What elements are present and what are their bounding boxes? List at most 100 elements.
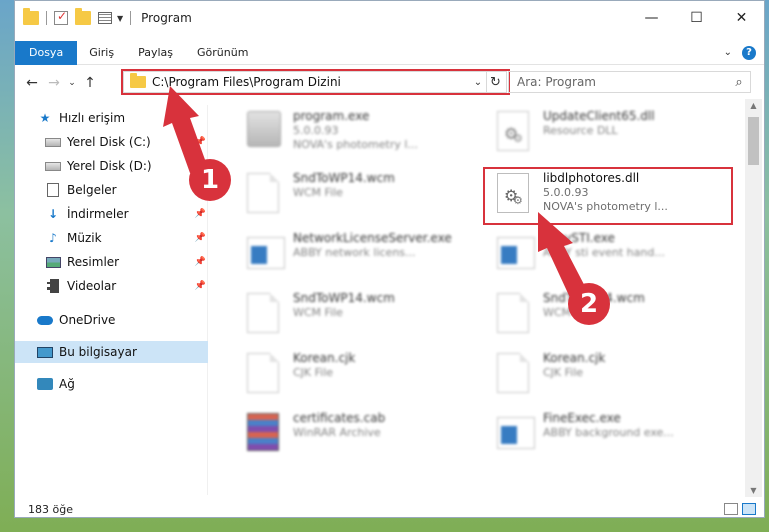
tiles-view-icon[interactable] [742,503,756,515]
scroll-down-arrow-icon[interactable]: ▼ [745,486,762,495]
sidebar-item-local-disk-c[interactable]: Yerel Disk (C:) 📌 [15,131,208,153]
list-item[interactable]: SndToWP14.wcm WCM File [235,165,485,217]
sidebar-item-quick-access[interactable]: ★ Hızlı erişim [15,107,208,129]
item-count: 183 öğe [28,502,73,516]
customize-qat-dropdown-icon[interactable]: ▼ [117,14,123,23]
sidebar-item-onedrive[interactable]: OneDrive [15,309,208,331]
sidebar-item-videos[interactable]: Videolar 📌 [15,275,208,297]
tab-share[interactable]: Paylaş [126,41,185,65]
properties-check-icon[interactable] [54,9,68,25]
sidebar-item-pictures[interactable]: Resimler 📌 [15,251,208,273]
list-item[interactable]: Korean.cjk CJK File [485,345,735,397]
download-arrow-icon: ↓ [47,207,59,221]
sidebar-item-label: Müzik [67,231,102,245]
quick-access-toolbar: ▼ [23,8,135,25]
file-type: Resource DLL [543,124,618,137]
file-name: EasySTI.exe [543,231,615,245]
pin-icon: 📌 [194,257,206,267]
tab-home[interactable]: Giriş [77,41,126,65]
status-bar: 183 öğe [15,499,764,517]
forward-arrow-icon[interactable]: → [43,75,65,91]
window-title: Program [141,11,192,25]
ribbon-help-area: ⌄ ? [724,45,756,60]
help-button[interactable]: ? [742,45,756,60]
file-name: NetworkLicenseServer.exe [293,231,452,245]
file-highlight-box [483,167,733,225]
divider [46,11,47,25]
sidebar-item-label: Yerel Disk (C:) [67,135,151,149]
list-item[interactable]: NetworkLicenseServer.exe ABBY network li… [235,225,485,277]
cloud-icon [37,313,53,327]
sidebar-item-label: Hızlı erişim [59,111,126,125]
file-type: CJK File [543,366,584,379]
list-item[interactable]: SndToWP14.wcm WCM File [485,285,735,337]
computer-icon [37,345,53,359]
maximize-button[interactable]: ☐ [674,1,719,35]
tab-file[interactable]: Dosya [15,40,78,65]
view-toggle [724,503,756,515]
sidebar-item-this-pc[interactable]: Bu bilgisayar [15,341,208,363]
sidebar-item-network[interactable]: Ağ [15,373,208,395]
file-description: ABBY background exe... [543,426,674,439]
list-item[interactable]: FineExec.exe ABBY background exe... [485,405,735,457]
list-item[interactable]: ⚙ ⚙ UpdateClient65.dll Resource DLL [485,103,735,155]
pin-icon: 📌 [194,137,206,147]
music-note-icon: ♪ [49,231,57,245]
pin-icon: 📌 [194,209,206,219]
network-icon [37,377,53,391]
file-type: WCM File [293,186,343,199]
up-arrow-icon[interactable]: ↑ [79,75,101,91]
divider [130,11,132,25]
folder-icon[interactable] [23,8,39,25]
details-view-icon[interactable] [724,503,738,515]
minimize-button[interactable]: — [629,1,674,35]
drive-icon [45,159,61,173]
list-item[interactable]: program.exe 5.0.0.93 NOVA's photometry l… [235,103,485,155]
document-icon [497,293,535,333]
search-icon[interactable]: ⌕ [728,75,750,90]
list-item[interactable]: certificates.cab WinRAR Archive [235,405,485,457]
list-item[interactable]: Korean.cjk CJK File [235,345,485,397]
list-item[interactable]: SndToWP14.wcm WCM File [235,285,485,337]
sidebar-item-downloads[interactable]: ↓ İndirmeler 📌 [15,203,208,225]
sidebar-item-label: OneDrive [59,313,116,327]
sidebar-item-label: Yerel Disk (D:) [67,159,152,173]
file-description: NOVA's photometry l... [293,138,418,151]
window-controls: — ☐ ✕ [629,1,764,35]
archive-icon [247,413,285,453]
pin-icon: 📌 [194,281,206,291]
sidebar-item-label: İndirmeler [67,207,129,221]
application-icon [247,233,285,273]
expand-ribbon-chevron-icon[interactable]: ⌄ [724,47,732,58]
search-box[interactable]: Ara: Program ⌕ [508,71,751,93]
file-version: 5.0.0.93 [293,124,339,137]
vertical-scrollbar[interactable]: ▲ ▼ [745,99,762,497]
sidebar-item-label: Resimler [67,255,120,269]
new-folder-icon[interactable] [75,8,91,25]
application-icon [497,233,535,273]
recent-locations-chevron-icon[interactable]: ⌄ [65,78,79,88]
file-name: Korean.cjk [293,351,356,365]
tab-view[interactable]: Görünüm [185,41,260,65]
back-arrow-icon[interactable]: ← [21,75,43,91]
pin-icon: 📌 [194,233,206,243]
search-placeholder: Ara: Program [517,75,596,89]
step-2-badge: 2 [568,283,610,325]
document-icon [247,293,285,333]
close-button[interactable]: ✕ [719,1,764,35]
scrollbar-thumb[interactable] [748,117,759,165]
file-name: program.exe [293,109,370,123]
sidebar-item-music[interactable]: ♪ Müzik 📌 [15,227,208,249]
properties-icon[interactable] [98,12,112,24]
dll-gear-icon: ⚙ ⚙ [497,111,535,151]
navigation-bar: ← → ⌄ ↑ C:\Program Files\Program Dizini … [15,69,764,97]
scroll-up-arrow-icon[interactable]: ▲ [745,101,762,110]
file-name: certificates.cab [293,411,386,425]
sidebar-item-documents[interactable]: Belgeler 📌 [15,179,208,201]
sidebar-item-label: Videolar [67,279,117,293]
document-icon [247,353,285,393]
sidebar-item-local-disk-d[interactable]: Yerel Disk (D:) [15,155,208,177]
sidebar-item-label: Ağ [59,377,75,391]
file-name: SndToWP14.wcm [293,291,395,305]
list-item[interactable]: EasySTI.exe ABBY sti event hand... [485,225,735,277]
